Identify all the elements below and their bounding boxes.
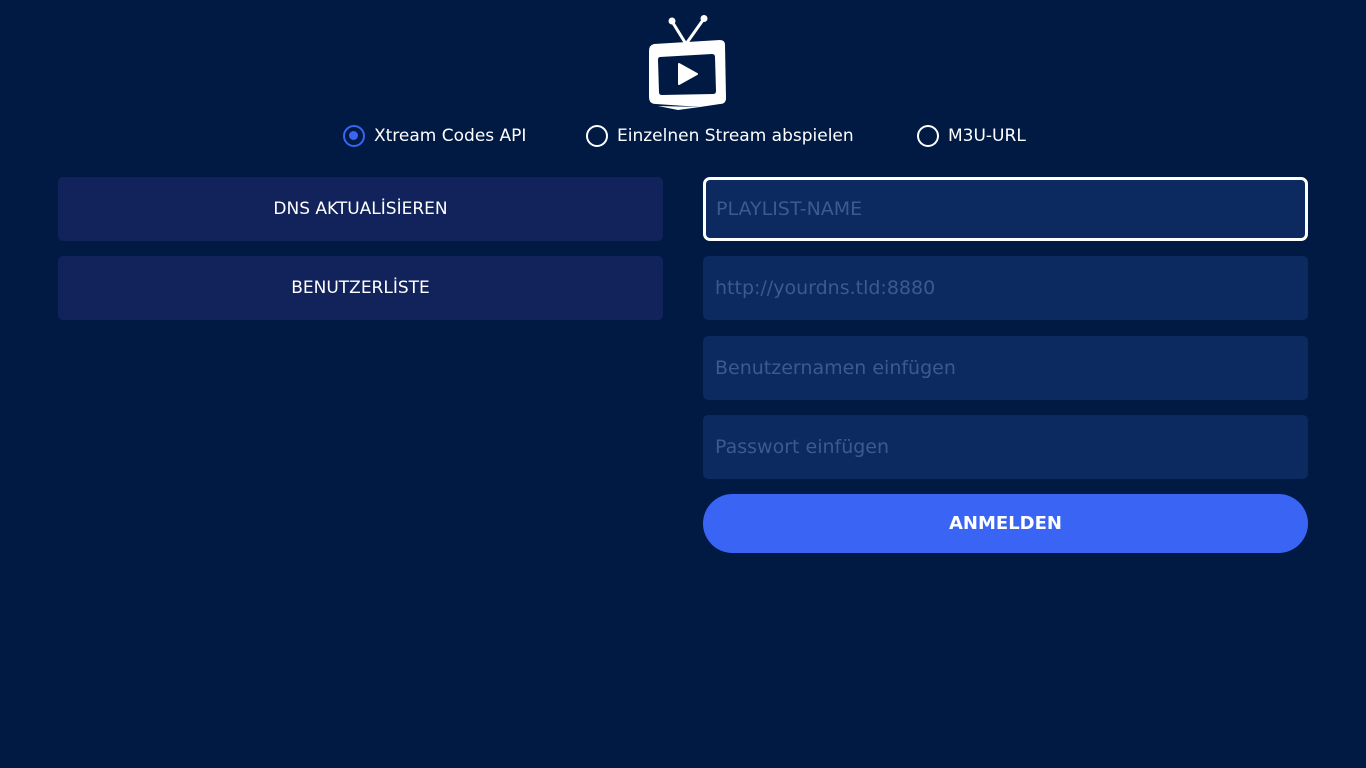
radio-label: Xtream Codes API (374, 126, 527, 146)
password-input[interactable] (703, 415, 1308, 479)
update-dns-button[interactable]: DNS AKTUALİSİEREN (58, 177, 663, 241)
radio-unchecked-icon (917, 125, 939, 147)
login-screen: Xtream Codes API Einzelnen Stream abspie… (0, 0, 1366, 768)
tv-play-icon (649, 15, 726, 110)
radio-label: M3U-URL (948, 126, 1026, 146)
login-button[interactable]: ANMELDEN (703, 494, 1308, 553)
username-input[interactable] (703, 336, 1308, 400)
radio-m3u-url[interactable]: M3U-URL (917, 121, 1026, 151)
user-list-button[interactable]: BENUTZERLİSTE (58, 256, 663, 320)
radio-xtream-codes-api[interactable]: Xtream Codes API (343, 121, 526, 151)
playlist-type-radio-group: Xtream Codes API Einzelnen Stream abspie… (0, 121, 1366, 151)
server-url-input[interactable] (703, 256, 1308, 320)
radio-unchecked-icon (586, 125, 608, 147)
radio-label: Einzelnen Stream abspielen (617, 126, 854, 146)
radio-single-stream[interactable]: Einzelnen Stream abspielen (586, 121, 854, 151)
radio-checked-icon (343, 125, 365, 147)
playlist-name-input[interactable] (703, 177, 1308, 241)
